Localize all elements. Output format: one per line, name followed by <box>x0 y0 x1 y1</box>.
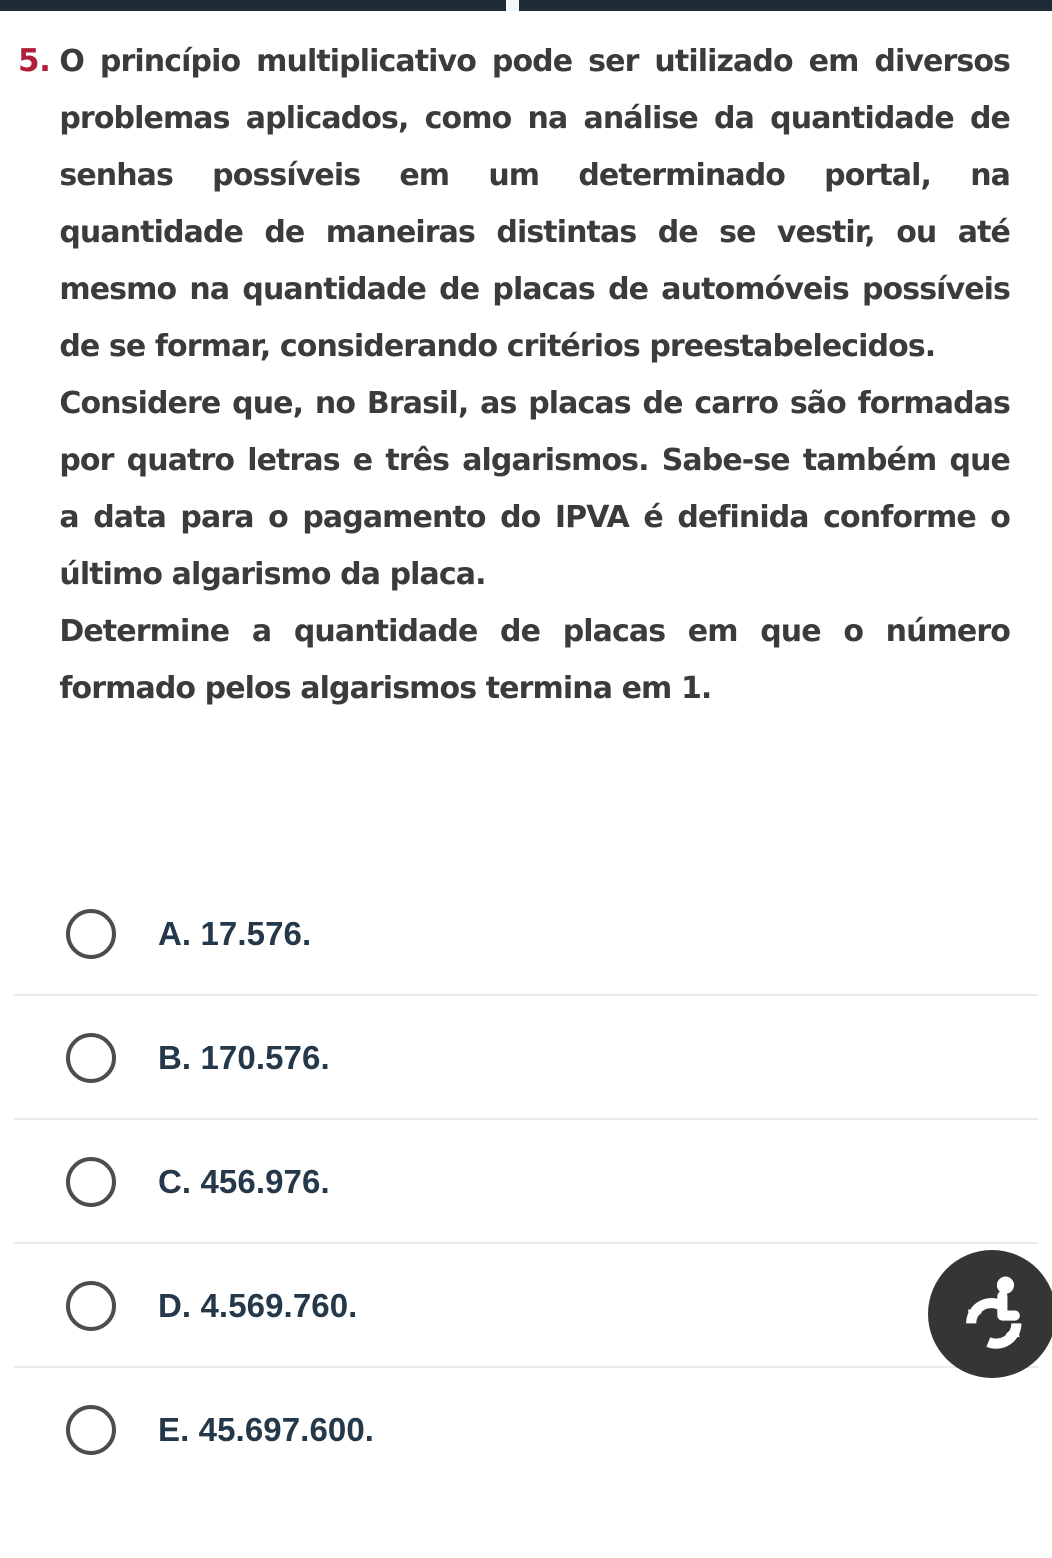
answer-option-label-a: A. 17.576. <box>158 915 312 952</box>
status-bar-left-segment <box>0 0 506 11</box>
status-bar-right-segment <box>519 0 1052 11</box>
status-bar-notch-gap <box>506 0 519 11</box>
radio-button-icon-d[interactable] <box>66 1281 116 1331</box>
question-row: 5. O princípio multiplicativo pode ser u… <box>18 33 1011 717</box>
answer-option-c[interactable]: C. 456.976. <box>0 1120 1052 1244</box>
question-text: O princípio multiplicativo pode ser util… <box>59 33 1011 717</box>
question-paragraph-1: O princípio multiplicativo pode ser util… <box>59 44 1011 364</box>
answer-option-label-e: E. 45.697.600. <box>158 1411 375 1448</box>
answer-option-b[interactable]: B. 170.576. <box>0 996 1052 1120</box>
status-bar <box>0 0 1052 11</box>
answer-option-a[interactable]: A. 17.576. <box>0 872 1052 996</box>
radio-button-icon-c[interactable] <box>66 1157 116 1207</box>
accessibility-widget-button[interactable] <box>928 1250 1052 1378</box>
answer-option-e[interactable]: E. 45.697.600. <box>0 1368 1052 1492</box>
answer-option-label-c: C. 456.976. <box>158 1163 330 1200</box>
answer-options-list: A. 17.576. B. 170.576. C. 456.976. D. 4.… <box>0 872 1052 1492</box>
radio-button-icon-e[interactable] <box>66 1405 116 1455</box>
question-paragraph-2: Considere que, no Brasil, as placas de c… <box>59 386 1011 592</box>
radio-button-icon-b[interactable] <box>66 1033 116 1083</box>
answer-option-label-d: D. 4.569.760. <box>158 1287 358 1324</box>
question-paragraph-3: Determine a quantidade de placas em que … <box>59 614 1011 706</box>
answer-option-d[interactable]: D. 4.569.760. <box>0 1244 1052 1368</box>
accessibility-person-icon <box>952 1275 1032 1353</box>
radio-button-icon-a[interactable] <box>66 909 116 959</box>
answer-option-label-b: B. 170.576. <box>158 1039 330 1076</box>
question-number: 5. <box>18 43 51 79</box>
question-block: 5. O princípio multiplicativo pode ser u… <box>0 11 1052 717</box>
